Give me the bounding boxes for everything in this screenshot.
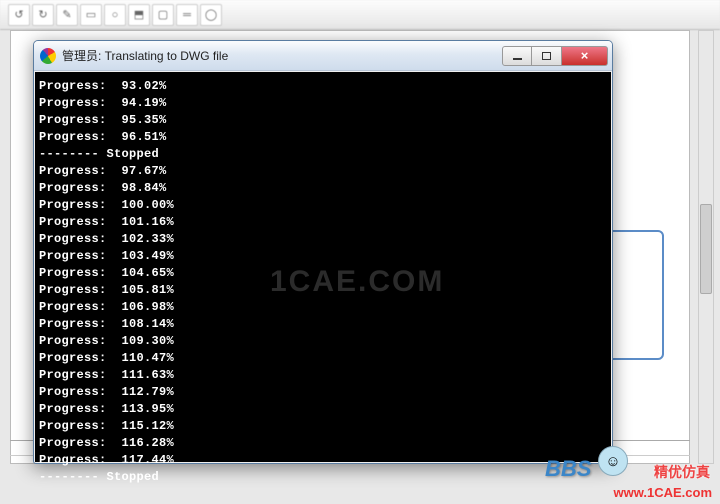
console-window: 管理员: Translating to DWG file × Progress:… <box>33 40 613 464</box>
window-buttons: × <box>502 46 608 66</box>
watermark-bbs: BBS <box>545 456 591 482</box>
background-scrollbar[interactable] <box>698 30 714 464</box>
close-button[interactable]: × <box>562 46 608 66</box>
watermark-site-cn: 精优仿真 <box>654 462 710 482</box>
watermark-site-url: www.1CAE.com <box>614 485 712 500</box>
titlebar[interactable]: 管理员: Translating to DWG file × <box>34 41 612 71</box>
toolbar-button[interactable]: ◯ <box>200 4 222 26</box>
toolbar-button[interactable]: ⬒ <box>128 4 150 26</box>
background-toolbar: ↺ ↻ ✎ ▭ ○ ⬒ ▢ ═ ◯ <box>0 0 720 30</box>
maximize-icon <box>542 52 551 60</box>
maximize-button[interactable] <box>532 46 562 66</box>
toolbar-button[interactable]: ▭ <box>80 4 102 26</box>
minimize-button[interactable] <box>502 46 532 66</box>
app-icon <box>40 48 56 64</box>
scrollbar-thumb[interactable] <box>700 204 712 294</box>
minimize-icon <box>513 58 522 60</box>
toolbar-button[interactable]: ▢ <box>152 4 174 26</box>
toolbar-button[interactable]: ✎ <box>56 4 78 26</box>
toolbar-button[interactable]: ═ <box>176 4 198 26</box>
watermark-face-icon: ☺ <box>598 446 628 476</box>
toolbar-button[interactable]: ↻ <box>32 4 54 26</box>
toolbar-button[interactable]: ○ <box>104 4 126 26</box>
background-selected-shape <box>604 230 664 360</box>
toolbar-button[interactable]: ↺ <box>8 4 30 26</box>
window-title: 管理员: Translating to DWG file <box>62 47 228 64</box>
close-icon: × <box>581 49 589 62</box>
console-output: Progress: 93.02% Progress: 94.19% Progre… <box>35 72 611 462</box>
